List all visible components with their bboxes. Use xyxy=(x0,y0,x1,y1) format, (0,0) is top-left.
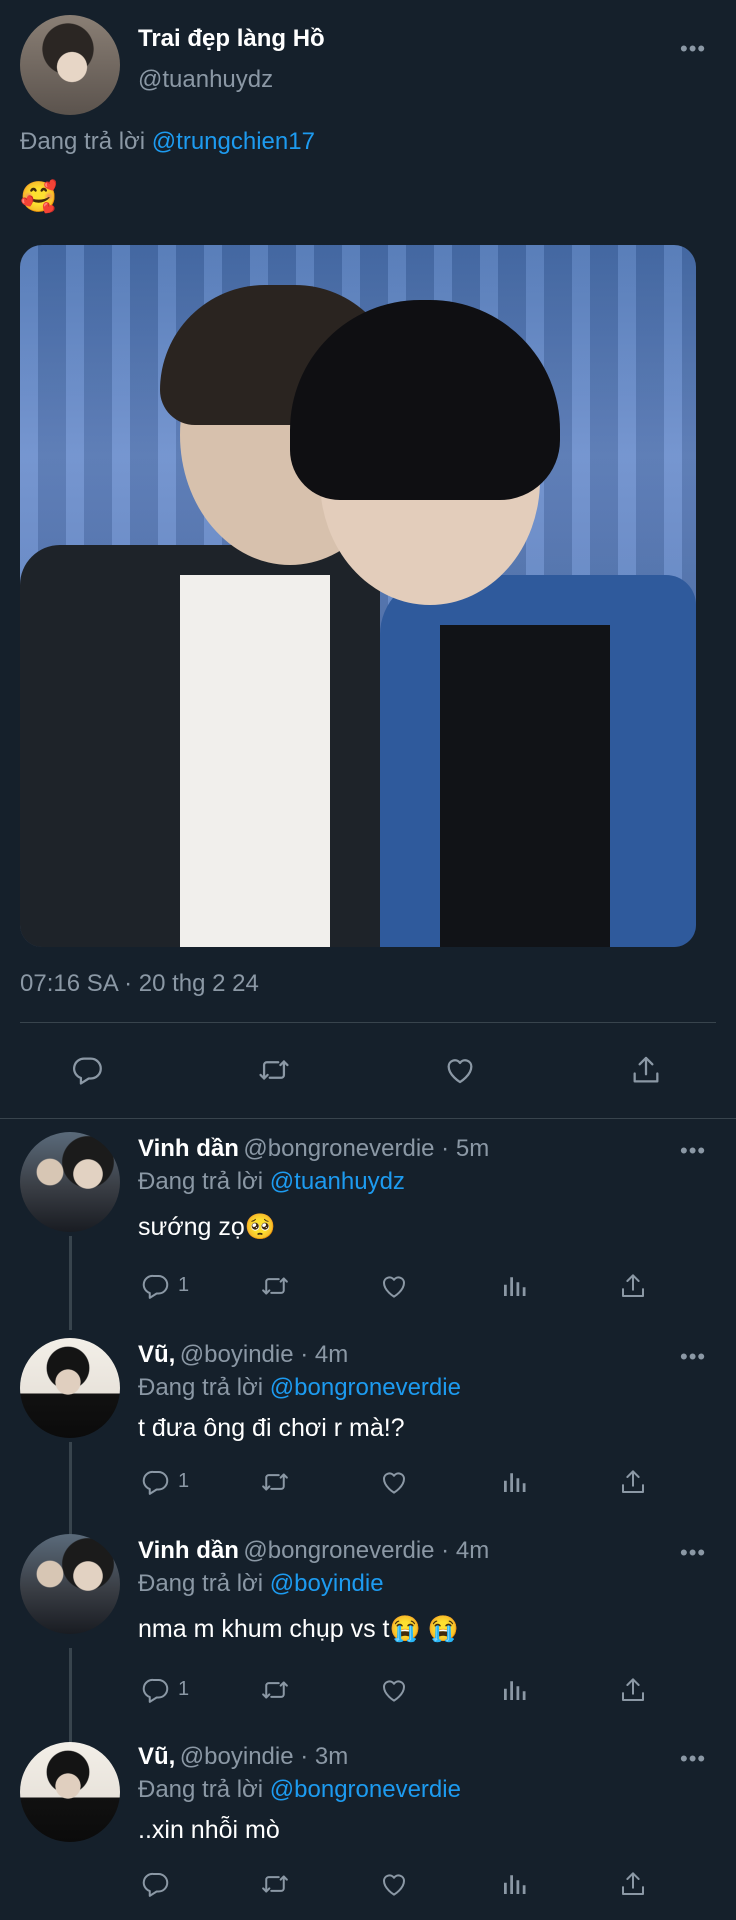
retweet-icon[interactable] xyxy=(255,1670,295,1710)
replying-to-prefix: Đang trả lời xyxy=(138,1570,264,1597)
views-icon[interactable] xyxy=(494,1462,534,1502)
author-avatar[interactable] xyxy=(20,15,120,115)
reply-text: nma m khum chụp vs t😭 😭 xyxy=(138,1615,459,1643)
reply-handle-time[interactable]: @bongroneverdie · 5m xyxy=(243,1135,489,1162)
share-icon[interactable] xyxy=(613,1670,653,1710)
reply-display-name[interactable]: Vũ, xyxy=(138,1341,175,1368)
more-options-icon[interactable]: ••• xyxy=(680,1540,706,1566)
share-icon[interactable] xyxy=(626,1050,666,1090)
reply-avatar[interactable] xyxy=(20,1132,120,1232)
tweet-photo[interactable] xyxy=(20,245,696,947)
reply-icon[interactable] xyxy=(136,1462,176,1502)
reply-text: t đưa ông đi chơi r mà!? xyxy=(138,1414,405,1442)
more-options-icon[interactable]: ••• xyxy=(680,36,706,62)
share-icon[interactable] xyxy=(613,1462,653,1502)
reply-count: 1 xyxy=(178,1678,190,1700)
replying-to-line: Đang trả lời @boyindie xyxy=(138,1570,384,1598)
replying-to-line: Đang trả lời @bongroneverdie xyxy=(138,1776,461,1804)
replying-to-line: Đang trả lời @bongroneverdie xyxy=(138,1374,461,1402)
heart-icon[interactable] xyxy=(374,1670,414,1710)
views-icon[interactable] xyxy=(494,1864,534,1904)
tweet-text: 🥰 xyxy=(20,181,58,214)
thread-connector xyxy=(69,1442,72,1536)
author-handle[interactable]: @tuanhuydz xyxy=(138,66,273,94)
heart-icon[interactable] xyxy=(440,1050,480,1090)
divider xyxy=(20,1022,716,1023)
heart-icon[interactable] xyxy=(374,1266,414,1306)
reply-text: sướng zọ🥺 xyxy=(138,1213,276,1241)
more-options-icon[interactable]: ••• xyxy=(680,1746,706,1772)
reply-icon[interactable] xyxy=(136,1864,176,1904)
views-icon[interactable] xyxy=(494,1266,534,1306)
replying-to-mention[interactable]: @bongroneverdie xyxy=(270,1374,461,1401)
share-icon[interactable] xyxy=(613,1266,653,1306)
replying-to-line: Đang trả lời @trungchien17 xyxy=(20,128,315,156)
heart-icon[interactable] xyxy=(374,1864,414,1904)
replying-to-mention[interactable]: @boyindie xyxy=(270,1570,384,1597)
thread-connector xyxy=(69,1648,72,1744)
replying-to-prefix: Đang trả lời xyxy=(138,1776,264,1803)
replying-to-line: Đang trả lời @tuanhuydz xyxy=(138,1168,405,1196)
reply-handle-time[interactable]: @bongroneverdie · 4m xyxy=(243,1537,489,1564)
tweet-timestamp[interactable]: 07:16 SA · 20 thg 2 24 xyxy=(20,970,259,998)
more-options-icon[interactable]: ••• xyxy=(680,1344,706,1370)
reply-avatar[interactable] xyxy=(20,1534,120,1634)
retweet-icon[interactable] xyxy=(254,1050,294,1090)
replying-to-mention[interactable]: @trungchien17 xyxy=(152,128,315,155)
reply-header: Vũ, @boyindie · 3m xyxy=(138,1743,348,1771)
replying-to-prefix: Đang trả lời xyxy=(20,128,146,155)
reply-icon[interactable] xyxy=(136,1266,176,1306)
heart-icon[interactable] xyxy=(374,1462,414,1502)
divider xyxy=(0,1118,736,1119)
reply-header: Vinh dần @bongroneverdie · 4m xyxy=(138,1537,489,1565)
photo-figure-left-shirt xyxy=(180,575,330,947)
retweet-icon[interactable] xyxy=(255,1462,295,1502)
reply-display-name[interactable]: Vinh dần xyxy=(138,1537,239,1564)
reply-text: ..xin nhỗi mò xyxy=(138,1816,280,1844)
reply-icon[interactable] xyxy=(68,1050,108,1090)
reply-display-name[interactable]: Vinh dần xyxy=(138,1135,239,1162)
replying-to-mention[interactable]: @bongroneverdie xyxy=(270,1776,461,1803)
reply-avatar[interactable] xyxy=(20,1338,120,1438)
reply-icon[interactable] xyxy=(136,1670,176,1710)
more-options-icon[interactable]: ••• xyxy=(680,1138,706,1164)
share-icon[interactable] xyxy=(613,1864,653,1904)
reply-header: Vũ, @boyindie · 4m xyxy=(138,1341,348,1369)
replying-to-prefix: Đang trả lời xyxy=(138,1168,264,1195)
reply-count: 1 xyxy=(178,1470,190,1492)
reply-display-name[interactable]: Vũ, xyxy=(138,1743,175,1770)
retweet-icon[interactable] xyxy=(255,1864,295,1904)
reply-avatar[interactable] xyxy=(20,1742,120,1842)
photo-figure-right-shirt xyxy=(440,625,610,947)
views-icon[interactable] xyxy=(494,1670,534,1710)
reply-header: Vinh dần @bongroneverdie · 5m xyxy=(138,1135,489,1163)
reply-handle-time[interactable]: @boyindie · 4m xyxy=(180,1341,348,1368)
retweet-icon[interactable] xyxy=(255,1266,295,1306)
author-display-name[interactable]: Trai đẹp làng Hồ xyxy=(138,25,325,53)
thread-connector xyxy=(69,1236,72,1330)
replying-to-prefix: Đang trả lời xyxy=(138,1374,264,1401)
reply-handle-time[interactable]: @boyindie · 3m xyxy=(180,1743,348,1770)
reply-count: 1 xyxy=(178,1274,190,1296)
replying-to-mention[interactable]: @tuanhuydz xyxy=(270,1168,405,1195)
